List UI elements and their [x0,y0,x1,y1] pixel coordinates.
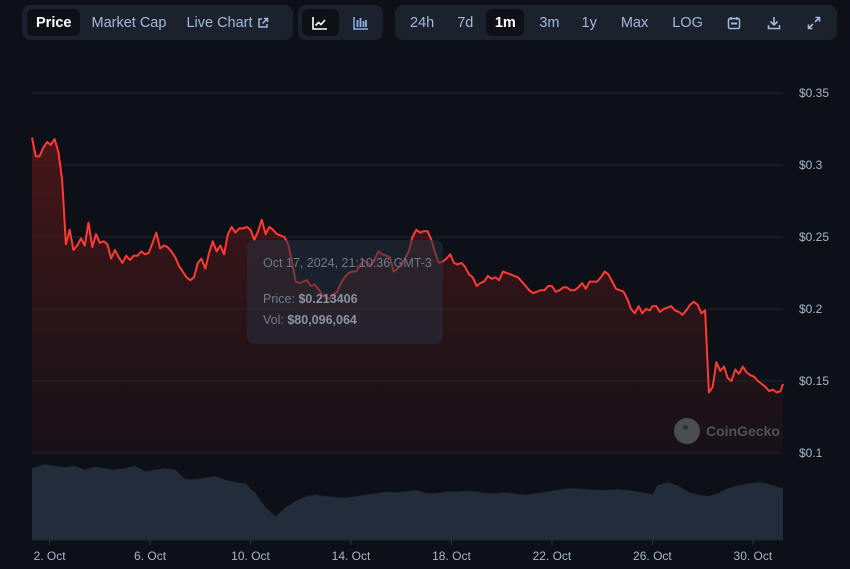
tooltip-price-value: $0.213406 [298,292,358,306]
x-tick-label: 2. Oct [33,549,66,563]
coingecko-logo-icon [674,418,700,444]
y-tick-label: $0.15 [799,374,830,388]
x-tick-label: 6. Oct [134,549,167,563]
y-tick-label: $0.1 [799,446,823,460]
chart-tooltip: Oct 17, 2024, 21:10:36 GMT-3 Price: $0.2… [247,240,443,344]
x-tick-label: 22. Oct [532,549,572,563]
x-tick-label: 14. Oct [331,549,371,563]
x-tick-label: 30. Oct [733,549,773,563]
volume-series [32,464,783,541]
y-tick-label: $0.3 [799,158,823,172]
y-tick-label: $0.2 [799,302,823,316]
tooltip-date: Oct 17, 2024, 21:10:36 GMT-3 [263,256,432,270]
tooltip-price-label: Price: [263,292,295,306]
x-tick-marks [49,540,754,545]
volume-area [32,464,783,540]
x-tick-label: 18. Oct [432,549,471,563]
tooltip-volume: Vol: $80,096,064 [263,313,357,327]
x-tick-label: 10. Oct [231,549,270,563]
tooltip-vol-value: $80,096,064 [287,313,357,327]
coingecko-watermark: CoinGecko [674,418,780,444]
watermark-text: CoinGecko [706,423,780,439]
tooltip-vol-label: Vol: [263,313,284,327]
x-tick-label: 26. Oct [633,549,672,563]
y-tick-label: $0.25 [799,230,830,244]
tooltip-price: Price: $0.213406 [263,292,358,306]
y-tick-label: $0.35 [799,86,830,100]
